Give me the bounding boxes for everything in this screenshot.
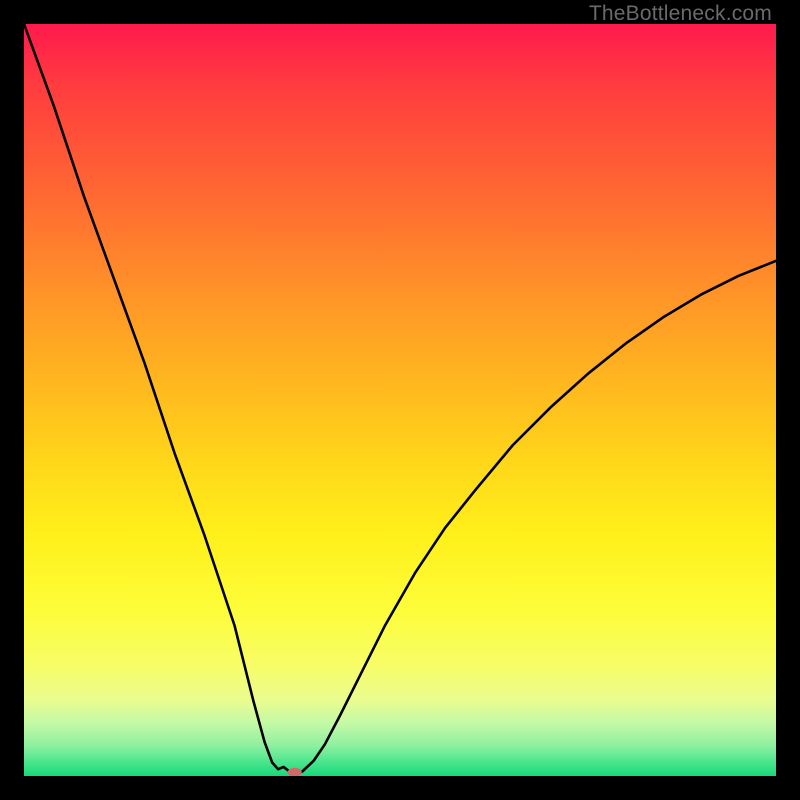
watermark: TheBottleneck.com bbox=[589, 2, 772, 26]
chart-frame: TheBottleneck.com bbox=[0, 0, 800, 800]
plot-area bbox=[24, 24, 776, 776]
